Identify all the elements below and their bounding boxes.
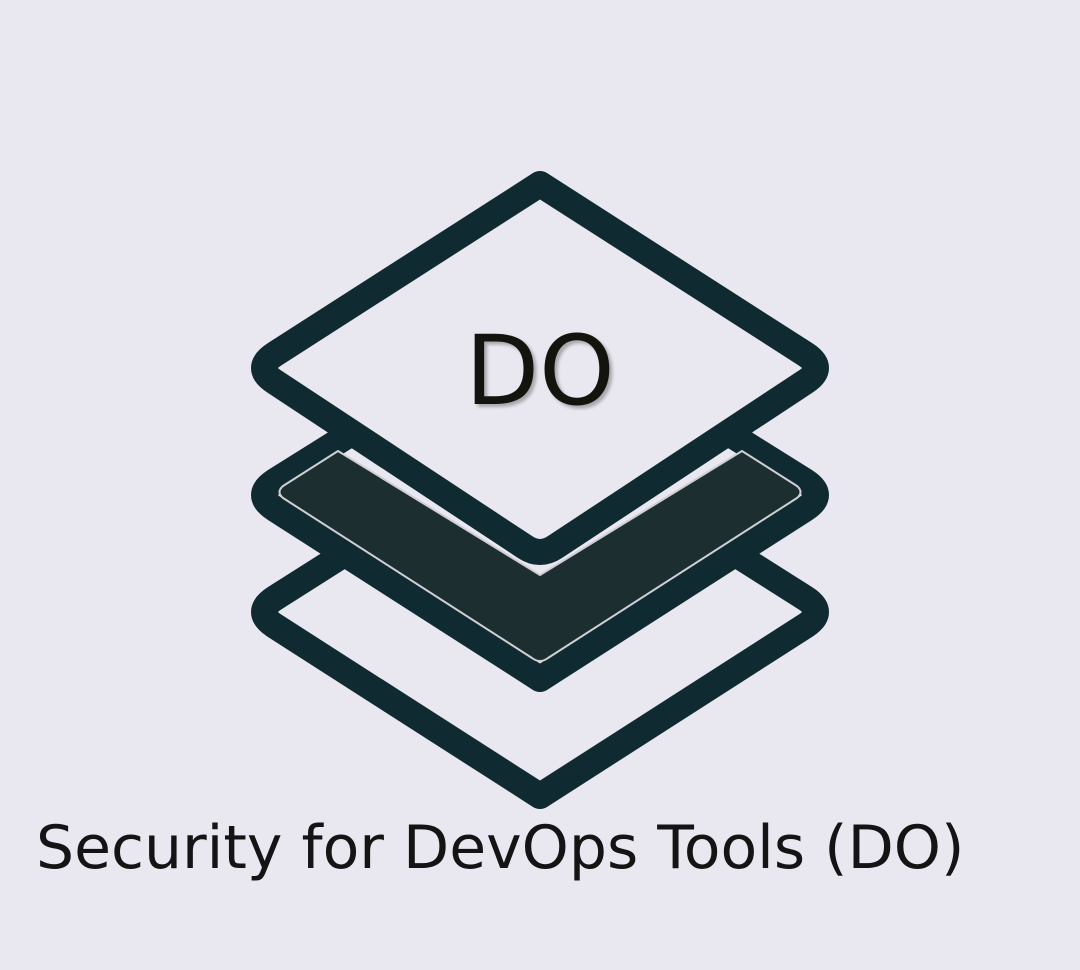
logo-initials: DO — [465, 315, 615, 427]
logo-page: DO Security for DevOps Tools (DO) — [0, 0, 1080, 970]
caption-text: Security for DevOps Tools (DO) — [36, 813, 965, 883]
